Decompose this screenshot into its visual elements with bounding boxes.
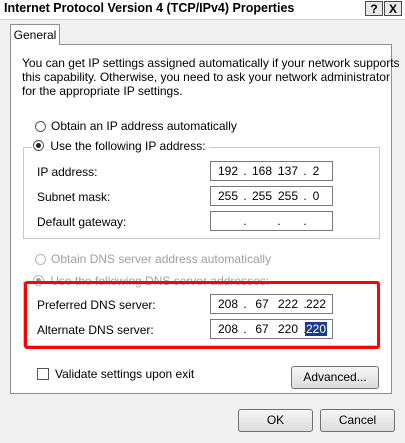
tab-general[interactable]: General	[10, 24, 60, 45]
subnet-mask-field[interactable]: 255 . 255 . 255 . 0	[210, 186, 333, 206]
use-ip-legend: Use the following IP address:	[32, 139, 209, 153]
validate-checkbox[interactable]	[37, 368, 49, 380]
octet-separator: .	[277, 214, 281, 228]
validate-label[interactable]: Validate settings upon exit	[55, 367, 194, 381]
octet: 192	[217, 164, 239, 178]
help-button[interactable]: ?	[365, 1, 383, 16]
octet: 255	[251, 189, 273, 203]
use-ip-radio[interactable]	[33, 140, 44, 151]
ok-button[interactable]: OK	[238, 409, 313, 432]
obtain-dns-auto-label[interactable]: Obtain DNS server address automatically	[51, 252, 271, 266]
subnet-mask-label: Subnet mask:	[37, 190, 111, 204]
obtain-dns-auto-radio[interactable]	[35, 254, 46, 265]
description-line: You can get IP settings assigned automat…	[22, 56, 400, 70]
red-highlight-box	[24, 281, 380, 349]
obtain-ip-auto-radio[interactable]	[35, 121, 46, 132]
description-text: You can get IP settings assigned automat…	[22, 56, 400, 98]
use-ip-label[interactable]: Use the following IP address:	[50, 139, 205, 153]
ip-address-label: IP address:	[37, 165, 98, 179]
title-bar: Internet Protocol Version 4 (TCP/IPv4) P…	[0, 0, 405, 20]
window-title: Internet Protocol Version 4 (TCP/IPv4) P…	[4, 1, 295, 15]
octet-separator: .	[303, 214, 307, 228]
octet-separator: .	[243, 214, 247, 228]
description-line: this capability. Otherwise, you need to …	[22, 70, 390, 84]
octet: 255	[277, 189, 299, 203]
obtain-ip-auto-label[interactable]: Obtain an IP address automatically	[51, 119, 237, 133]
octet: 2	[312, 164, 320, 178]
advanced-button[interactable]: Advanced...	[291, 366, 379, 389]
default-gateway-label: Default gateway:	[37, 215, 127, 229]
ip-address-field[interactable]: 192 . 168 . 137 . 2	[210, 161, 333, 181]
cancel-button[interactable]: Cancel	[320, 409, 395, 432]
octet: 168	[251, 164, 273, 178]
octet: 0	[312, 189, 320, 203]
octet: 255	[217, 189, 239, 203]
octet: 137	[277, 164, 299, 178]
default-gateway-field[interactable]: . . .	[210, 211, 333, 231]
description-line: for the appropriate IP settings.	[22, 84, 183, 98]
close-button[interactable]: X	[384, 1, 402, 16]
